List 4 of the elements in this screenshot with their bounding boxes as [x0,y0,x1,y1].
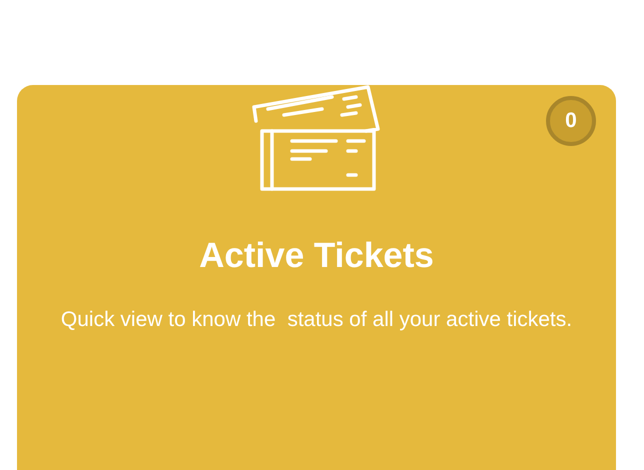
card-description: Quick view to know the status of all your active tickets. [60,307,574,333]
count-badge: 0 [546,96,596,146]
card-title: Active Tickets [198,235,435,277]
ticket-card[interactable]: 0 Active Tickets Quick view to know the status of all your active tickets. [17,85,616,470]
